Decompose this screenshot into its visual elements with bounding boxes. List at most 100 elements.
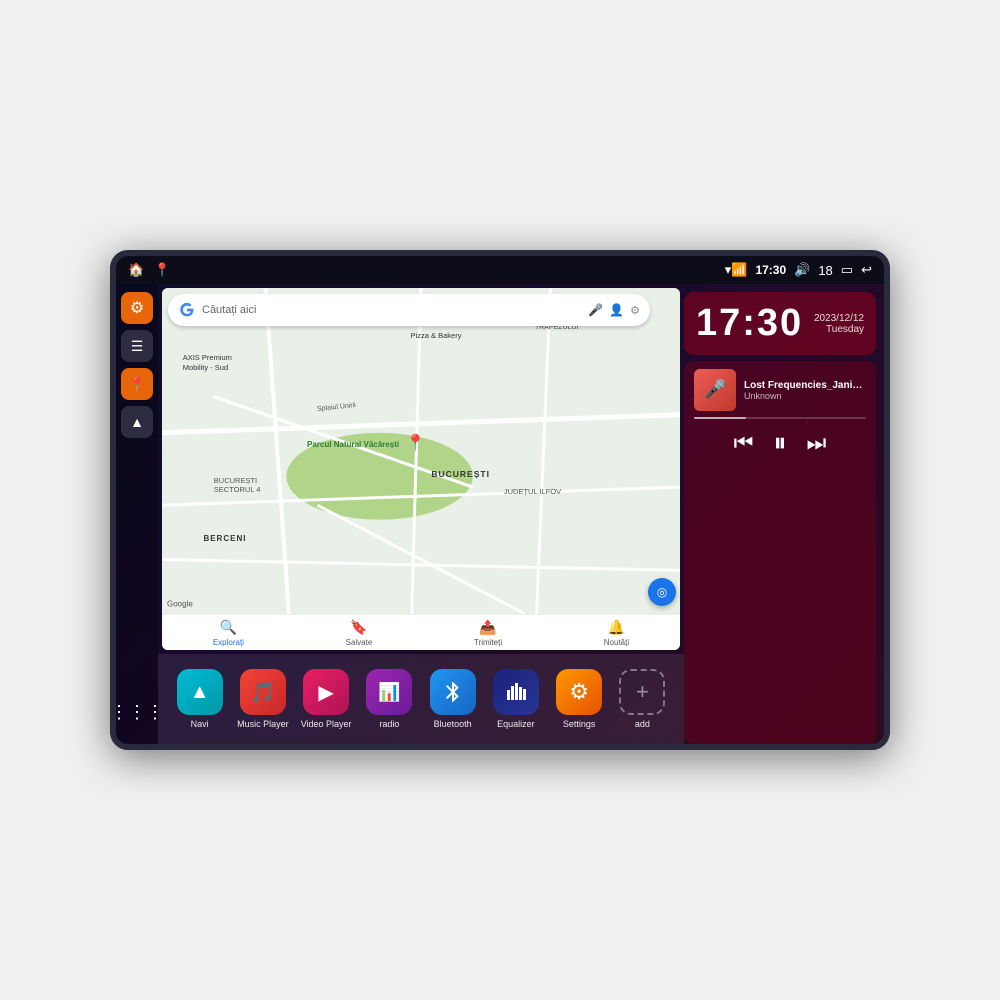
music-info: 🎤 Lost Frequencies_Janie... Unknown	[694, 369, 866, 411]
video-player-icon: ▶	[303, 669, 349, 715]
device-frame: 🏠 📍 ▾📶 17:30 🔊 18 ▭ ↩ ⚙	[110, 250, 890, 750]
sidebar-files-btn[interactable]: ☰	[121, 330, 153, 362]
prev-track-button[interactable]: ⏮	[734, 430, 754, 456]
map-pin-main: 📍	[405, 433, 425, 453]
add-label: add	[635, 719, 650, 729]
explore-label: Explorați	[213, 638, 244, 647]
center-area: Google AXIS PremiumMobility - Sud Pizza …	[158, 284, 684, 744]
bluetooth-label: Bluetooth	[434, 719, 472, 729]
map-label-axis: AXIS PremiumMobility - Sud	[183, 353, 232, 373]
nav-arrow-icon: ▲	[130, 414, 144, 430]
clock-date-area: 2023/12/12 Tuesday	[814, 313, 864, 335]
back-icon[interactable]: ↩	[861, 262, 872, 278]
radio-icon: 📊	[366, 669, 412, 715]
settings-label: Settings	[563, 719, 596, 729]
pause-button[interactable]: ⏸	[773, 427, 786, 459]
sidebar-map-btn[interactable]: 📍	[121, 368, 153, 400]
app-navi[interactable]: ▲ Navi	[170, 669, 230, 729]
status-right: ▾📶 17:30 🔊 18 ▭ ↩	[725, 262, 872, 278]
clock-date-display: 2023/12/12	[814, 313, 864, 324]
battery-level: 18	[818, 263, 832, 278]
home-icon[interactable]: 🏠	[128, 262, 144, 278]
main-content: ⚙ ☰ 📍 ▲ ⋮⋮⋮	[116, 284, 884, 744]
account-icon[interactable]: 👤	[609, 303, 624, 317]
add-icon: +	[619, 669, 665, 715]
clock-widget: 17:30 2023/12/12 Tuesday	[684, 292, 876, 355]
bluetooth-icon	[430, 669, 476, 715]
files-icon: ☰	[131, 338, 144, 355]
music-progress-fill	[694, 417, 746, 419]
map-tab-explore[interactable]: 🔍 Explorați	[213, 619, 244, 647]
map-fab-button[interactable]: ◎	[648, 578, 676, 606]
battery-icon: ▭	[841, 262, 853, 278]
app-bluetooth[interactable]: Bluetooth	[423, 669, 483, 729]
status-time: 17:30	[755, 263, 786, 277]
gear-icon: ⚙	[130, 298, 144, 318]
map-label-sector4: BUCUREȘTISECTORUL 4	[214, 476, 261, 494]
map-container: Google AXIS PremiumMobility - Sud Pizza …	[162, 288, 680, 650]
map-label-ilfov: JUDEȚUL ILFOV	[504, 487, 561, 496]
search-placeholder-text: Căutați aici	[202, 304, 582, 316]
radio-label: radio	[379, 719, 399, 729]
wifi-icon: ▾📶	[725, 262, 748, 278]
map-label-pizza: Pizza & Bakery	[411, 331, 462, 340]
app-video-player[interactable]: ▶ Video Player	[296, 669, 356, 729]
sidebar-apps-btn[interactable]: ⋮⋮⋮	[121, 696, 153, 728]
saved-icon: 🔖	[350, 619, 367, 636]
explore-icon: 🔍	[220, 619, 237, 636]
equalizer-label: Equalizer	[497, 719, 535, 729]
video-player-label: Video Player	[301, 719, 352, 729]
equalizer-icon	[493, 669, 539, 715]
sidebar-nav-btn[interactable]: ▲	[121, 406, 153, 438]
map-label-berceni: BERCENI	[203, 534, 246, 543]
svg-text:🎤: 🎤	[704, 378, 726, 399]
google-logo	[178, 301, 196, 319]
settings-map-icon[interactable]: ⚙	[630, 304, 640, 317]
music-player-icon: 🎵	[240, 669, 286, 715]
map-search-bar[interactable]: Căutați aici 🎤 👤 ⚙	[168, 294, 650, 326]
news-label: Noutăți	[604, 638, 629, 647]
music-player-label: Music Player	[237, 719, 289, 729]
music-widget: 🎤 Lost Frequencies_Janie... Unknown ⏮ ⏸ …	[684, 361, 876, 744]
clock-time-display: 17:30	[696, 302, 803, 345]
send-label: Trimiteți	[474, 638, 502, 647]
map-tab-saved[interactable]: 🔖 Salvate	[346, 619, 373, 647]
settings-app-icon: ⚙	[556, 669, 602, 715]
next-track-button[interactable]: ⏭	[807, 430, 827, 456]
app-dock: ▲ Navi 🎵 Music Player ▶ Video Player	[158, 654, 684, 744]
map-tab-send[interactable]: 📤 Trimiteți	[474, 619, 502, 647]
volume-icon: 🔊	[794, 262, 810, 278]
right-panel: 17:30 2023/12/12 Tuesday	[684, 284, 884, 744]
saved-label: Salvate	[346, 638, 373, 647]
maps-nav-icon[interactable]: 📍	[154, 262, 170, 278]
map-label-park: Parcul Natural Văcărești	[307, 440, 399, 449]
app-radio[interactable]: 📊 radio	[359, 669, 419, 729]
navi-icon: ▲	[177, 669, 223, 715]
app-settings[interactable]: ⚙ Settings	[549, 669, 609, 729]
app-equalizer[interactable]: Equalizer	[486, 669, 546, 729]
app-music-player[interactable]: 🎵 Music Player	[233, 669, 293, 729]
clock-day-display: Tuesday	[814, 324, 864, 335]
map-widget[interactable]: Google AXIS PremiumMobility - Sud Pizza …	[162, 288, 680, 650]
music-text: Lost Frequencies_Janie... Unknown	[744, 380, 866, 401]
status-left: 🏠 📍	[128, 262, 170, 278]
map-bottom-bar: 🔍 Explorați 🔖 Salvate 📤 Trimiteți �	[162, 614, 680, 650]
app-add[interactable]: + add	[612, 669, 672, 729]
sidebar-settings-btn[interactable]: ⚙	[121, 292, 153, 324]
album-art: 🎤	[694, 369, 736, 411]
news-icon: 🔔	[608, 619, 625, 636]
navi-label: Navi	[191, 719, 209, 729]
mic-icon[interactable]: 🎤	[588, 303, 603, 317]
apps-grid-icon: ⋮⋮⋮	[116, 702, 164, 723]
status-bar: 🏠 📍 ▾📶 17:30 🔊 18 ▭ ↩	[116, 256, 884, 284]
svg-text:Google: Google	[167, 600, 193, 609]
music-controls: ⏮ ⏸ ⏭	[694, 427, 866, 459]
music-progress-bar[interactable]	[694, 417, 866, 419]
left-sidebar: ⚙ ☰ 📍 ▲ ⋮⋮⋮	[116, 284, 158, 744]
music-artist: Unknown	[744, 391, 866, 401]
map-pin-icon: 📍	[128, 376, 145, 393]
map-label-bucharest: BUCUREȘTI	[431, 469, 490, 479]
music-title: Lost Frequencies_Janie...	[744, 380, 866, 391]
map-svg: Google	[162, 288, 680, 650]
map-tab-news[interactable]: 🔔 Noutăți	[604, 619, 629, 647]
